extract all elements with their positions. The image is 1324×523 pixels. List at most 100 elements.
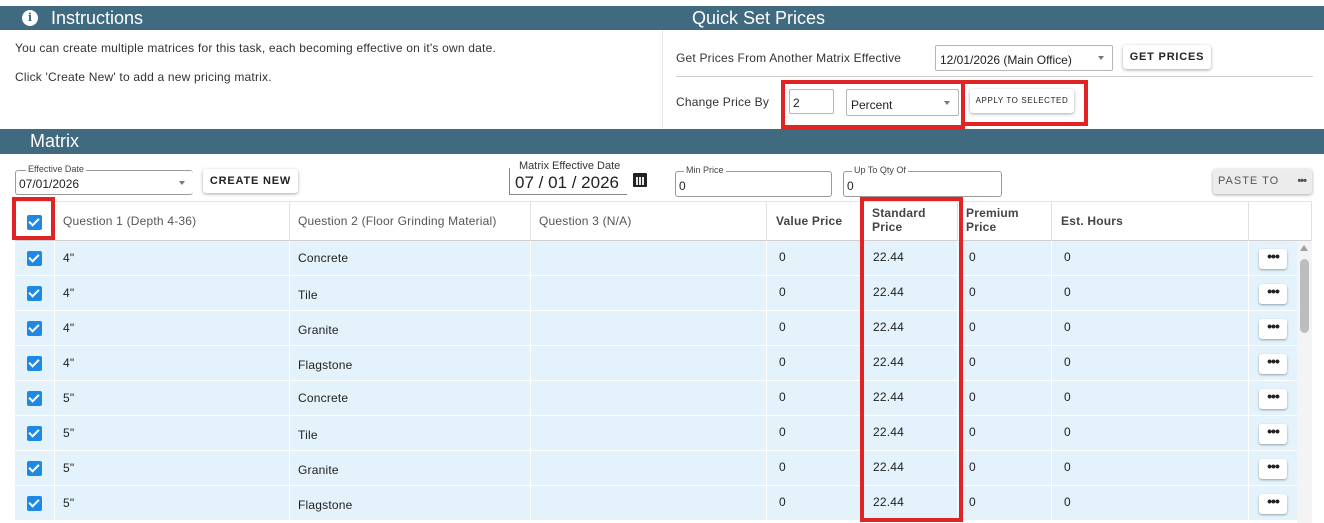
apply-to-selected-button[interactable]: APPLY TO SELECTED	[970, 89, 1074, 113]
row-select-cell	[15, 311, 55, 346]
est-hours-cell[interactable]: 0	[1052, 346, 1249, 381]
question-2-value: Flagstone	[298, 358, 353, 372]
question-1-cell: 4"	[55, 346, 290, 381]
premium-price-cell[interactable]: 0	[958, 381, 1052, 416]
header-value-price[interactable]: Value Price	[767, 202, 864, 242]
more-horizontal-icon[interactable]: •••	[1259, 319, 1287, 339]
question-2-cell: Flagstone	[290, 346, 531, 381]
premium-price-cell[interactable]: 0	[958, 276, 1052, 311]
table-row[interactable]: 4" Tile 0 22.44 0 0 •••	[15, 276, 1297, 311]
premium-price-cell[interactable]: 0	[958, 486, 1052, 521]
standard-price-cell[interactable]: 22.44	[864, 241, 958, 276]
effective-date-select[interactable]: Effective Date 07/01/2026	[15, 164, 193, 195]
header-est-hours[interactable]: Est. Hours	[1052, 202, 1249, 242]
est-hours-cell[interactable]: 0	[1052, 241, 1249, 276]
quick-set-divider	[676, 76, 1313, 77]
header-question-3[interactable]: Question 3 (N/A)	[531, 202, 767, 242]
value-price-cell[interactable]: 0	[767, 276, 864, 311]
standard-price-cell[interactable]: 22.44	[864, 416, 958, 451]
row-checkbox[interactable]	[27, 286, 42, 301]
table-row[interactable]: 5" Tile 0 22.44 0 0 •••	[15, 416, 1297, 451]
question-1-cell: 4"	[55, 311, 290, 346]
scroll-up-arrow-icon[interactable]	[1300, 245, 1308, 251]
header-question-1[interactable]: Question 1 (Depth 4-36)	[55, 202, 290, 242]
standard-price-cell[interactable]: 22.44	[864, 276, 958, 311]
row-select-cell	[15, 241, 55, 276]
question-1-cell: 5"	[55, 451, 290, 486]
value-price-cell[interactable]: 0	[767, 451, 864, 486]
header-question-2[interactable]: Question 2 (Floor Grinding Material)	[290, 202, 531, 242]
more-horizontal-icon[interactable]: •••	[1259, 249, 1287, 269]
more-horizontal-icon[interactable]: •••	[1259, 354, 1287, 374]
row-checkbox[interactable]	[27, 426, 42, 441]
table-row[interactable]: 4" Flagstone 0 22.44 0 0 •••	[15, 346, 1297, 381]
value-price-cell[interactable]: 0	[767, 241, 864, 276]
question-1-value: 5"	[63, 461, 75, 475]
calendar-icon[interactable]	[633, 173, 647, 187]
premium-price-cell[interactable]: 0	[958, 241, 1052, 276]
standard-price-cell[interactable]: 22.44	[864, 311, 958, 346]
premium-price-cell[interactable]: 0	[958, 416, 1052, 451]
up-to-qty-input[interactable]: Up To Qty Of 0	[843, 165, 1002, 197]
row-checkbox[interactable]	[27, 496, 42, 511]
min-price-input[interactable]: Min Price 0	[675, 165, 832, 197]
est-hours-cell[interactable]: 0	[1052, 381, 1249, 416]
more-horizontal-icon[interactable]: •••	[1259, 284, 1287, 304]
change-type-value: Percent	[851, 98, 893, 112]
scrollbar-thumb[interactable]	[1300, 259, 1309, 333]
standard-price-cell[interactable]: 22.44	[864, 381, 958, 416]
get-prices-button[interactable]: GET PRICES	[1123, 45, 1211, 69]
table-row[interactable]: 4" Concrete 0 22.44 0 0 •••	[15, 241, 1297, 276]
value-price-cell[interactable]: 0	[767, 311, 864, 346]
value-price-cell[interactable]: 0	[767, 381, 864, 416]
get-prices-label: Get Prices From Another Matrix Effective	[676, 51, 902, 65]
table-row[interactable]: 5" Flagstone 0 22.44 0 0 •••	[15, 486, 1297, 521]
premium-price-value: 0	[969, 460, 976, 474]
premium-price-cell[interactable]: 0	[958, 346, 1052, 381]
row-checkbox[interactable]	[27, 461, 42, 476]
value-price-cell[interactable]: 0	[767, 416, 864, 451]
row-checkbox[interactable]	[27, 321, 42, 336]
change-type-select[interactable]: Percent	[846, 89, 959, 116]
header-premium-price[interactable]: Premium Price	[958, 202, 1052, 242]
change-amount-input[interactable]: 2	[789, 89, 834, 114]
value-price-cell[interactable]: 0	[767, 486, 864, 521]
more-horizontal-icon[interactable]: •••	[1259, 424, 1287, 444]
table-row[interactable]: 5" Concrete 0 22.44 0 0 •••	[15, 381, 1297, 416]
est-hours-cell[interactable]: 0	[1052, 486, 1249, 521]
value-price-cell[interactable]: 0	[767, 346, 864, 381]
header-est-hours-label: Est. Hours	[1061, 214, 1124, 228]
est-hours-value: 0	[1064, 495, 1071, 509]
quick-set-title: Quick Set Prices	[692, 8, 826, 28]
question-3-cell	[531, 416, 767, 451]
row-checkbox[interactable]	[27, 251, 42, 266]
standard-price-cell[interactable]: 22.44	[864, 451, 958, 486]
matrix-source-select[interactable]: 12/01/2026 (Main Office)	[935, 45, 1113, 71]
row-checkbox[interactable]	[27, 391, 42, 406]
standard-price-cell[interactable]: 22.44	[864, 346, 958, 381]
premium-price-cell[interactable]: 0	[958, 451, 1052, 486]
est-hours-cell[interactable]: 0	[1052, 276, 1249, 311]
est-hours-cell[interactable]: 0	[1052, 451, 1249, 486]
row-actions-cell: •••	[1249, 346, 1297, 381]
row-checkbox[interactable]	[27, 356, 42, 371]
paste-to-button[interactable]: PASTE TO •••	[1213, 169, 1312, 194]
est-hours-cell[interactable]: 0	[1052, 311, 1249, 346]
standard-price-value: 22.44	[873, 495, 905, 509]
create-new-button[interactable]: CREATE NEW	[203, 169, 298, 193]
matrix-effective-date-field[interactable]: Matrix Effective Date 07 / 01 / 2026	[509, 160, 627, 195]
effective-date-value: 07/01/2026	[19, 177, 80, 191]
premium-price-cell[interactable]: 0	[958, 311, 1052, 346]
header-standard-price[interactable]: Standard Price	[864, 202, 958, 242]
more-horizontal-icon[interactable]: •••	[1259, 459, 1287, 479]
grid-scrollbar[interactable]	[1297, 241, 1312, 523]
select-all-checkbox[interactable]	[27, 215, 42, 230]
question-2-cell: Tile	[290, 276, 531, 311]
table-row[interactable]: 5" Granite 0 22.44 0 0 •••	[15, 451, 1297, 486]
more-horizontal-icon[interactable]: •••	[1259, 389, 1287, 409]
est-hours-cell[interactable]: 0	[1052, 416, 1249, 451]
table-row[interactable]: 4" Granite 0 22.44 0 0 •••	[15, 311, 1297, 346]
more-horizontal-icon[interactable]: •••	[1259, 494, 1287, 514]
standard-price-cell[interactable]: 22.44	[864, 486, 958, 521]
question-2-cell: Concrete	[290, 241, 531, 276]
